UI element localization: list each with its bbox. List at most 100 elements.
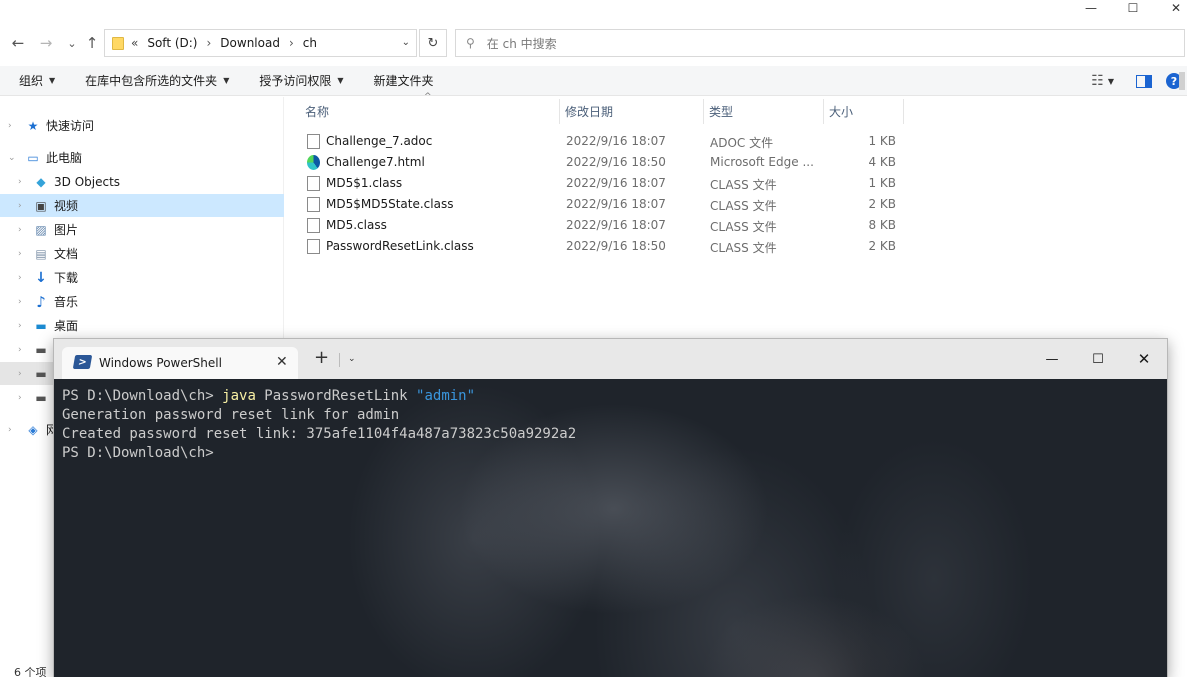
include-in-library-menu[interactable]: 在库中包含所选的文件夹 ▼ [85, 66, 229, 96]
file-size: 4 KB [868, 155, 896, 169]
drive-icon: ▬ [35, 366, 47, 381]
terminal-close-button[interactable]: ✕ [1134, 349, 1154, 369]
view-options-icon[interactable]: ☷ [1091, 73, 1104, 89]
search-input[interactable]: ⚲ 在 ch 中搜索 [455, 29, 1185, 57]
chevron-down-icon[interactable]: ⌄ [402, 37, 410, 48]
breadcrumb-drive[interactable]: Soft (D:) [147, 36, 197, 50]
nav-item-pictures[interactable]: › ▨ 图片 [0, 218, 284, 241]
nav-item-videos[interactable]: › ▣ 视频 [0, 194, 284, 217]
file-icon [307, 134, 320, 149]
chevron-right-icon[interactable]: › [18, 273, 22, 283]
file-size: 2 KB [868, 197, 896, 211]
column-header-name[interactable]: 名称 [300, 99, 560, 124]
file-name: Challenge7.html [326, 155, 425, 169]
terminal-line: Generation password reset link for admin [62, 407, 400, 423]
file-icon [307, 197, 320, 212]
column-header-date[interactable]: 修改日期 [560, 99, 704, 124]
terminal-titlebar[interactable]: > Windows PowerShell ✕ + ⌄ — ☐ ✕ [54, 339, 1167, 379]
scrollbar-thumb[interactable] [1179, 72, 1185, 90]
chevron-down-icon[interactable]: ⌄ [348, 354, 356, 364]
file-row[interactable]: MD5.class 2022/9/16 18:07 CLASS 文件 8 KB [302, 215, 902, 236]
refresh-button[interactable]: ↻ [419, 29, 447, 57]
breadcrumb-separator-icon[interactable]: › [289, 36, 294, 50]
up-button[interactable]: ↑ [83, 34, 101, 52]
file-icon [307, 218, 320, 233]
back-button[interactable]: ← [9, 34, 27, 52]
video-icon: ▣ [35, 198, 47, 213]
close-button[interactable]: ✕ [1154, 0, 1187, 16]
file-row[interactable]: PasswordResetLink.class 2022/9/16 18:50 … [302, 236, 902, 257]
network-icon: ◈ [28, 422, 38, 437]
terminal-line: PS D:\Download\ch> java PasswordResetLin… [62, 387, 576, 406]
file-name: MD5.class [326, 218, 387, 232]
address-bar[interactable]: « Soft (D:) › Download › ch ⌄ [104, 29, 417, 57]
share-with-menu[interactable]: 授予访问权限 ▼ [259, 66, 343, 96]
caret-down-icon: ▼ [337, 76, 344, 85]
breadcrumb-current[interactable]: ch [303, 36, 317, 50]
column-header-type[interactable]: 类型 [704, 99, 824, 124]
terminal-maximize-button[interactable]: ☐ [1088, 349, 1108, 369]
chevron-right-icon[interactable]: › [18, 177, 22, 187]
nav-item-quick-access[interactable]: › ★ 快速访问 [0, 114, 284, 137]
nav-item-3d-objects[interactable]: › ◆ 3D Objects [0, 170, 284, 193]
forward-button[interactable]: → [37, 34, 55, 52]
chevron-right-icon[interactable]: › [18, 297, 22, 307]
breadcrumb-download[interactable]: Download [220, 36, 280, 50]
file-row[interactable]: Challenge_7.adoc 2022/9/16 18:07 ADOC 文件… [302, 131, 902, 152]
file-size: 8 KB [868, 218, 896, 232]
chevron-down-icon[interactable]: ⌄ [8, 153, 16, 163]
chevron-down-icon: ⌄ [67, 36, 77, 50]
column-label: 类型 [709, 105, 734, 119]
terminal-minimize-button[interactable]: — [1042, 349, 1062, 369]
file-row[interactable]: MD5$1.class 2022/9/16 18:07 CLASS 文件 1 K… [302, 173, 902, 194]
chevron-right-icon[interactable]: › [18, 393, 22, 403]
new-folder-button[interactable]: 新建文件夹 [374, 66, 434, 96]
powershell-icon: > [72, 355, 93, 369]
minimize-button[interactable]: — [1069, 0, 1113, 16]
chevron-right-icon[interactable]: › [8, 425, 12, 435]
view-controls: ☷ ▼ ? [1091, 66, 1187, 96]
chevron-right-icon[interactable]: › [8, 121, 12, 131]
refresh-icon: ↻ [427, 35, 439, 51]
nav-item-documents[interactable]: › ▤ 文档 [0, 242, 284, 265]
nav-label: 文档 [54, 247, 79, 261]
status-bar-item-count: 6 个项 [14, 666, 47, 677]
desktop-icon: ▬ [35, 318, 47, 333]
chevron-right-icon[interactable]: › [18, 345, 22, 355]
nav-item-music[interactable]: › ♪ 音乐 [0, 290, 284, 313]
chevron-right-icon[interactable]: › [18, 249, 22, 259]
download-icon: ↓ [35, 269, 47, 286]
maximize-button[interactable]: ☐ [1111, 0, 1155, 16]
nav-item-this-pc[interactable]: ⌄ ▭ 此电脑 [0, 146, 284, 169]
drive-icon: ▬ [35, 390, 47, 405]
file-date: 2022/9/16 18:07 [566, 218, 666, 232]
preview-pane-icon[interactable] [1136, 74, 1152, 88]
document-icon: ▤ [35, 246, 47, 261]
file-row[interactable]: MD5$MD5State.class 2022/9/16 18:07 CLASS… [302, 194, 902, 215]
minimize-icon: — [1085, 1, 1097, 15]
breadcrumb-separator-icon[interactable]: › [206, 36, 211, 50]
file-type: CLASS 文件 [710, 199, 777, 213]
recent-locations-button[interactable]: ⌄ [63, 34, 81, 52]
file-size: 1 KB [868, 176, 896, 190]
caret-down-icon[interactable]: ▼ [1108, 77, 1114, 86]
chevron-right-icon[interactable]: › [18, 201, 22, 211]
cube-icon: ◆ [36, 174, 46, 189]
chevron-right-icon[interactable]: › [18, 321, 22, 331]
chevron-right-icon[interactable]: › [18, 369, 22, 379]
column-header-size[interactable]: 大小 [824, 99, 904, 124]
close-tab-icon[interactable]: ✕ [276, 354, 288, 370]
file-row[interactable]: Challenge7.html 2022/9/16 18:50 Microsof… [302, 152, 902, 173]
file-type: Microsoft Edge ... [710, 155, 814, 169]
nav-item-downloads[interactable]: › ↓ 下载 [0, 266, 284, 289]
new-tab-button[interactable]: + [314, 349, 329, 367]
terminal-output[interactable]: PS D:\Download\ch> java PasswordResetLin… [54, 379, 1167, 677]
share-with-label: 授予访问权限 [259, 74, 332, 88]
chevron-right-icon[interactable]: › [18, 225, 22, 235]
organize-menu[interactable]: 组织 ▼ [19, 66, 55, 96]
file-name: PasswordResetLink.class [326, 239, 474, 253]
nav-label: 音乐 [54, 295, 79, 309]
breadcrumb-overflow[interactable]: « [131, 36, 138, 50]
tab-powershell[interactable]: > Windows PowerShell ✕ [62, 347, 298, 379]
nav-item-desktop[interactable]: › ▬ 桌面 [0, 314, 284, 337]
